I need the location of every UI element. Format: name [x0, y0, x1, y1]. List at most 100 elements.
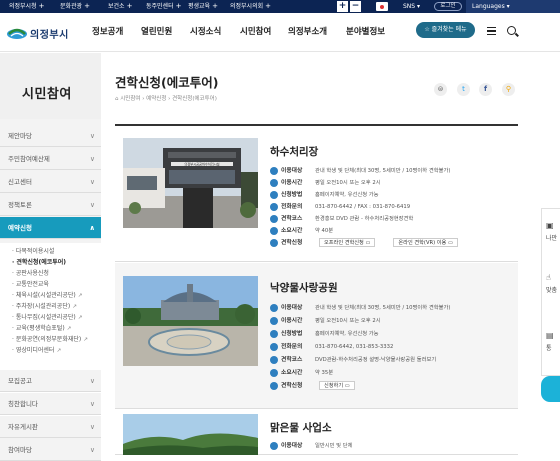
chevron-down-icon: ∨ — [89, 132, 95, 140]
top-link-lifelong-edu[interactable]: 평생교육 + — [188, 0, 218, 13]
top-link-community-center[interactable]: 동주민센터 + — [146, 0, 181, 13]
sidebar-title-box: 시민참여 — [0, 53, 101, 119]
clean-water-office-photo — [123, 414, 258, 455]
sns-link[interactable]: SNS ▾ — [403, 0, 420, 13]
sidebar-item-recruitment[interactable]: 모집공고 ∨ — [0, 370, 101, 392]
chevron-down-icon: ∨ — [89, 178, 95, 186]
sidebar-item-policy-debate[interactable]: 정책토론 ∨ — [0, 194, 101, 216]
gnb-civil-service[interactable]: 열린민원 — [141, 25, 172, 37]
nakyang-park-photo — [123, 276, 258, 366]
chevron-down-icon: ∨ — [89, 155, 95, 163]
info-row-course: 견학코스 환경홍보 DVD 관람 - 하수처리공정현장견학 — [270, 214, 413, 224]
offline-tour-apply-button[interactable]: 오프라인 견학신청 ▭ — [319, 238, 376, 247]
scroll-top-button[interactable] — [541, 376, 560, 402]
submenu-culture-performance[interactable]: · 문화공연(의정부문화재단) ↗ — [12, 334, 88, 343]
person-icon — [270, 441, 278, 450]
zoom-in-button[interactable]: + — [337, 1, 348, 12]
sidebar-item-reservation[interactable]: 예약신청 ∧ — [0, 217, 101, 239]
hamburger-menu-icon[interactable] — [487, 27, 496, 35]
calendar-icon[interactable]: ▣ — [546, 221, 554, 230]
info-row-course: 견학코스 DVD관람-하수처리공정 설명-낙양물사랑공원 둘러보기 — [270, 355, 436, 365]
quick-menu-item[interactable]: 맞춤 — [546, 285, 557, 294]
search-icon[interactable] — [507, 26, 516, 35]
external-link-icon: ↗ — [72, 304, 77, 310]
sidebar-item-participation-yard[interactable]: 참여마당 ∨ — [0, 439, 101, 461]
city-logo-icon[interactable] — [6, 26, 28, 40]
sidebar-item-report-center[interactable]: 신고센터 ∨ — [0, 171, 101, 193]
info-row-phone: 전화문의 031-870-6442, 031-853-3332 — [270, 342, 393, 352]
sidebar-item-proposal[interactable]: 제안마당 ∨ — [0, 125, 101, 147]
sidebar-item-participatory-budget[interactable]: 주민참여예산제 ∨ — [0, 148, 101, 170]
login-button[interactable]: 로그인 — [434, 2, 462, 11]
phone-icon — [270, 202, 278, 211]
route-icon — [270, 214, 278, 223]
gnb-about-city[interactable]: 의정부소개 — [288, 25, 327, 37]
submenu-sports-facility[interactable]: · 체육시설(시설관리공단) ↗ — [12, 290, 82, 299]
info-row-target: 이용대상 관내 학생 및 단체(최대 30명, 5세미만 / 10명이하 견학불가… — [270, 166, 450, 176]
chevron-down-icon: ∨ — [89, 446, 95, 454]
breadcrumb: ⌂ 시민참여 › 예약신청 › 견학신청(에코투어) — [115, 96, 217, 102]
card-title: 맑은물 사업소 — [270, 422, 332, 434]
check-icon — [270, 329, 278, 338]
top-link-city-council[interactable]: 의정부시의회 + — [230, 0, 271, 13]
gnb-citizen-participation[interactable]: 시민참여 — [240, 25, 271, 37]
quick-menu-item[interactable]: 나만 — [546, 233, 557, 242]
korean-flag-icon[interactable] — [376, 2, 388, 11]
chevron-down-icon: ∨ — [89, 201, 95, 209]
favorites-menu-button[interactable]: ☆ 즐겨찾는 메뉴 — [416, 22, 475, 38]
clock-icon — [270, 178, 278, 187]
gnb-info-disclosure[interactable]: 정보공개 — [92, 25, 123, 37]
submenu-multipurpose-facility[interactable]: · 다목적이용시설 — [12, 246, 54, 255]
card-title: 하수처리장 — [270, 146, 319, 158]
zoom-out-button[interactable]: − — [350, 1, 361, 12]
info-row-phone: 전화문의 031-870-6442 / FAX : 031-870-6419 — [270, 202, 410, 212]
building-sign: 의정부시공공하수처리시설 — [184, 161, 219, 166]
sidebar-item-free-board[interactable]: 자유게시판 ∨ — [0, 416, 101, 438]
info-row-method: 신청방법 홈페이지예약, 유선신청 가능 — [270, 329, 379, 339]
title-underline — [115, 124, 518, 126]
submenu-education[interactable]: · 교육(평생학습포털) ↗ — [12, 323, 71, 332]
sidebar-title: 시민참여 — [22, 87, 72, 102]
submenu-media-center[interactable]: · 영상미디어센터 ↗ — [12, 345, 61, 354]
chevron-down-icon: ∨ — [89, 423, 95, 431]
apply-button[interactable]: 신청하기 ▭ — [319, 381, 355, 390]
external-link-icon: ↗ — [83, 337, 88, 343]
submenu-parking[interactable]: · 주차장(시설관리공단) ↗ — [12, 301, 77, 310]
top-link-city-hall[interactable]: 의정부시청 + — [9, 0, 44, 13]
logo-text[interactable]: 의정부시 — [30, 26, 69, 41]
info-row-target: 이용대상 관내 학생 및 단체(최대 30명, 5세미만 / 10명이하 견학불가… — [270, 303, 450, 313]
gnb-field-info[interactable]: 분야별정보 — [346, 25, 385, 37]
top-link-health-center[interactable]: 보건소 + — [108, 0, 132, 13]
twitter-icon[interactable]: t — [457, 83, 470, 96]
document-icon[interactable]: ▤ — [546, 331, 554, 340]
sidebar-item-compliment[interactable]: 칭찬합니다 ∨ — [0, 393, 101, 415]
route-icon — [270, 355, 278, 364]
external-link-icon: ↗ — [66, 326, 72, 332]
sidebar: 시민참여 제안마당 ∨ 주민참여예산제 ∨ 신고센터 ∨ 정책토론 ∨ 예약신청 ∧ · … — [0, 53, 101, 461]
top-utility-bar: 의정부시청 + 문화관광 + 보건소 + 동주민센터 + 평생교육 + 의정부시의회 + +… — [0, 0, 560, 13]
language-select[interactable]: Languages ▾ — [466, 0, 560, 13]
info-row-hours: 이용시간 평일 오전10시 또는 오후 2시 — [270, 178, 381, 188]
online-vr-tour-button[interactable]: 온라인 견학(VR) 이용 ▭ — [393, 238, 458, 247]
chevron-up-icon: ∧ — [89, 224, 95, 232]
submenu-eco-tour[interactable]: · 견학신청(에코투어) — [12, 257, 66, 266]
info-row-method: 신청방법 홈페이지예약, 유선신청 가능 — [270, 190, 379, 200]
info-row-apply: 견학신청 오프라인 견학신청 ▭ 온라인 견학(VR) 이용 ▭ — [270, 238, 458, 248]
list-item: 낙양물사랑공원 이용대상 관내 학생 및 단체(최대 30명, 5세미만 / 10… — [115, 263, 518, 409]
submenu-log-cabin[interactable]: · 통나무집(시설관리공단) ↗ — [12, 312, 82, 321]
kakao-share-icon[interactable]: ⚲ — [502, 83, 515, 96]
external-link-icon: ↗ — [56, 348, 62, 354]
external-link-icon: ↗ — [77, 293, 83, 299]
submenu-traffic-safety[interactable]: · 교통안전교육 — [12, 279, 49, 288]
submenu-public-hall[interactable]: · 공판사용신청 — [12, 268, 49, 277]
info-row-hours: 이용시간 평일 오전10시 또는 오후 2시 — [270, 316, 381, 326]
quick-menu-panel: ▣ 나만 ☝ 맞춤 ▤ 통 — [541, 208, 560, 376]
hand-icon[interactable]: ☝ — [546, 273, 551, 282]
print-icon[interactable]: ⊜ — [434, 83, 447, 96]
check-icon — [270, 190, 278, 199]
pencil-icon — [270, 381, 278, 390]
facebook-icon[interactable]: f — [479, 83, 492, 96]
gnb-city-news[interactable]: 시정소식 — [190, 25, 221, 37]
quick-menu-item[interactable]: 통 — [546, 343, 552, 352]
top-link-tourism[interactable]: 문화관광 + — [60, 0, 90, 13]
